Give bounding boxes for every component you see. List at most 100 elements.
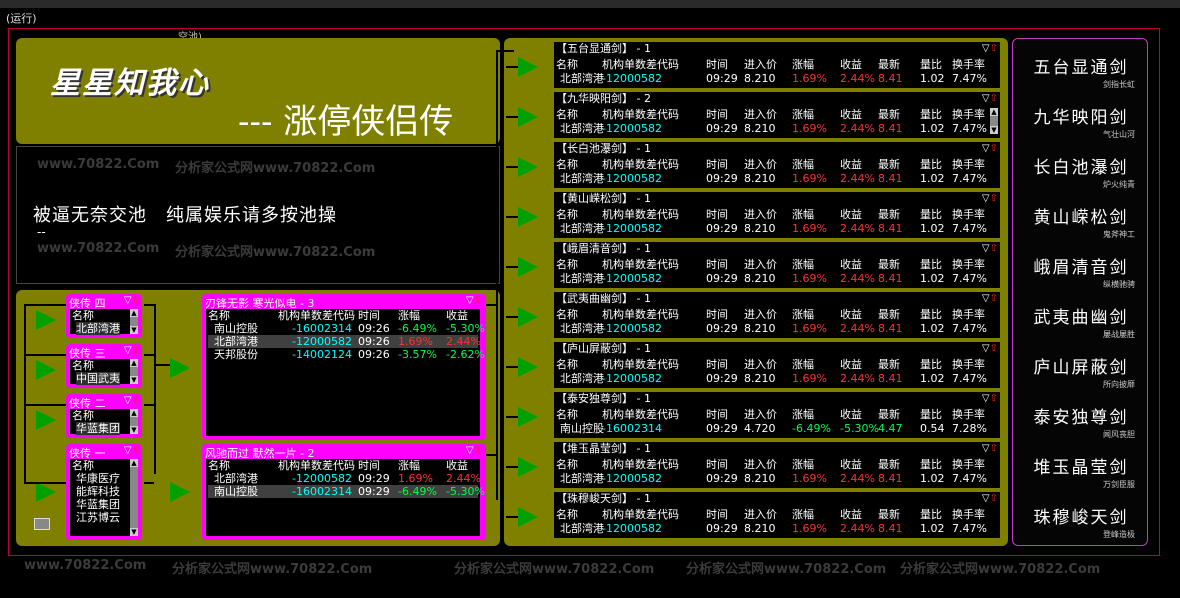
dropdown-icon[interactable]: ▽ bbox=[982, 343, 990, 354]
up-arrow-icon[interactable]: ⇧ bbox=[474, 295, 482, 306]
dropdown-icon[interactable]: ▽ bbox=[982, 493, 990, 504]
sword-panel[interactable]: 【黄山嵘松剑】 - 1 ▽⇧ 名称 机构单数差代码 时间 进入价 涨幅 收益 最新 量比 换手率 北部… bbox=[554, 192, 1000, 238]
up-arrow-icon[interactable]: ⇧ bbox=[132, 395, 140, 406]
up-arrow-icon[interactable]: ⇧ bbox=[990, 43, 998, 54]
sword-name-item[interactable]: 长白池瀑剑 炉火纯青 bbox=[1013, 153, 1149, 190]
up-arrow-icon[interactable]: ⇧ bbox=[990, 143, 998, 154]
dropdown-icon[interactable]: ▽ bbox=[982, 393, 990, 404]
list-item[interactable]: 江苏博云 bbox=[76, 511, 120, 524]
dropdown-icon[interactable]: ▽ bbox=[466, 445, 474, 456]
dropdown-icon[interactable]: ▽ bbox=[466, 295, 474, 306]
list-item[interactable]: 华康医疗 bbox=[76, 472, 120, 485]
table-row[interactable]: 南山控股 -16002314 09:29 -6.49% -5.30% bbox=[208, 485, 485, 498]
result-panel[interactable]: 风驰而过 默然一片 - 2 ▽⇧ 名称 机构单数差代码 时间 涨幅 收益 北部湾港 -12000… bbox=[202, 444, 486, 540]
sword-panel[interactable]: 【泰安独尊剑】 - 1 ▽⇧ 名称 机构单数差代码 时间 进入价 涨幅 收益 最新 量比 换手率 南山… bbox=[554, 392, 1000, 438]
dropdown-icon[interactable]: ▽ bbox=[982, 93, 990, 104]
up-arrow-icon[interactable]: ⇧ bbox=[990, 243, 998, 254]
sword-panel[interactable]: 【珠穆峻天剑】 - 1 ▽⇧ 名称 机构单数差代码 时间 进入价 涨幅 收益 最新 量比 换手率 北部… bbox=[554, 492, 1000, 538]
sword-panel[interactable]: 【武夷曲幽剑】 - 1 ▽⇧ 名称 机构单数差代码 时间 进入价 涨幅 收益 最新 量比 换手率 北部… bbox=[554, 292, 1000, 338]
table-row[interactable]: 北部湾港 -12000582 09:29 8.210 1.69% 2.44% 8.41 1.0… bbox=[556, 522, 992, 535]
table-row[interactable]: 北部湾港 -12000582 09:29 8.210 1.69% 2.44% 8.41 1.0… bbox=[556, 272, 992, 285]
table-row[interactable]: 北部湾港 -12000582 09:29 8.210 1.69% 2.44% 8.41 1.0… bbox=[556, 222, 992, 235]
xia-panel[interactable]: 侠传 四 ▽⇧ 名称 北部湾港 ▲ ▼ bbox=[66, 294, 142, 338]
dropdown-icon[interactable]: ▽ bbox=[982, 293, 990, 304]
table-row[interactable]: 北部湾港 -12000582 09:29 1.69% 2.44% bbox=[208, 472, 481, 485]
scroll-up-icon[interactable]: ▲ bbox=[990, 108, 998, 116]
sword-name-item[interactable]: 武夷曲幽剑 屡战屡胜 bbox=[1013, 303, 1149, 340]
up-arrow-icon[interactable]: ⇧ bbox=[990, 493, 998, 504]
sword-name-item[interactable]: 泰安独尊剑 闻风丧胆 bbox=[1013, 403, 1149, 440]
up-arrow-icon[interactable]: ⇧ bbox=[990, 343, 998, 354]
table-row[interactable]: 北部湾港 -12000582 09:26 1.69% 2.44% bbox=[208, 335, 481, 348]
sword-name-item[interactable]: 珠穆峻天剑 登峰造极 bbox=[1013, 503, 1149, 540]
dropdown-icon[interactable]: ▽ bbox=[124, 395, 132, 406]
dropdown-icon[interactable]: ▽ bbox=[982, 193, 990, 204]
sword-name-item[interactable]: 峨眉清音剑 纵横驰骋 bbox=[1013, 253, 1149, 290]
sword-name-item[interactable]: 九华映阳剑 气壮山河 bbox=[1013, 103, 1149, 140]
table-row[interactable]: 天邦股份 -14002124 09:26 -3.57% -2.62% bbox=[208, 348, 485, 361]
list-item[interactable]: 中国武夷 bbox=[76, 372, 120, 385]
small-toggle-button[interactable] bbox=[34, 518, 50, 530]
vertical-scrollbar[interactable]: ▲ ▼ bbox=[130, 459, 138, 536]
up-arrow-icon[interactable]: ⇧ bbox=[990, 393, 998, 404]
list-item[interactable]: 华蓝集团 bbox=[76, 422, 120, 435]
table-cell: 7.47% bbox=[952, 322, 987, 335]
scroll-up-icon[interactable]: ▲ bbox=[130, 359, 138, 367]
table-row[interactable]: 北部湾港 -12000582 09:29 8.210 1.69% 2.44% 8.41 1.0… bbox=[556, 122, 992, 135]
table-row[interactable]: 南山控股 -16002314 09:29 4.720 -6.49% -5.30% 4.47 0… bbox=[556, 422, 992, 435]
dropdown-icon[interactable]: ▽ bbox=[982, 443, 990, 454]
up-arrow-icon[interactable]: ⇧ bbox=[990, 93, 998, 104]
table-row[interactable]: 北部湾港 -12000582 09:29 8.210 1.69% 2.44% 8.41 1.0… bbox=[556, 472, 992, 485]
result-panel[interactable]: 刃锋无影 寒光似电 - 3 ▽⇧ 名称 机构单数差代码 时间 涨幅 收益 南山控股 -16002… bbox=[202, 294, 486, 440]
dropdown-icon[interactable]: ▽ bbox=[124, 295, 132, 306]
scroll-down-icon[interactable]: ▼ bbox=[130, 426, 138, 434]
table-cell: 7.28% bbox=[952, 422, 987, 435]
vertical-scrollbar[interactable]: ▲ ▼ bbox=[130, 409, 138, 434]
up-arrow-icon[interactable]: ⇧ bbox=[990, 193, 998, 204]
table-row[interactable]: 北部湾港 -12000582 09:29 8.210 1.69% 2.44% 8.41 1.0… bbox=[556, 372, 992, 385]
scroll-up-icon[interactable]: ▲ bbox=[130, 409, 138, 417]
up-arrow-icon[interactable]: ⇧ bbox=[132, 345, 140, 356]
dropdown-icon[interactable]: ▽ bbox=[124, 445, 132, 456]
sword-name-item[interactable]: 堆玉晶莹剑 万剑臣服 bbox=[1013, 453, 1149, 490]
sword-panel[interactable]: 【五台显通剑】 - 1 ▽⇧ 名称 机构单数差代码 时间 进入价 涨幅 收益 最新 量比 换手率 北部… bbox=[554, 42, 1000, 88]
sword-panel[interactable]: 【峨眉清音剑】 - 1 ▽⇧ 名称 机构单数差代码 时间 进入价 涨幅 收益 最新 量比 换手率 北部… bbox=[554, 242, 1000, 288]
xia-panel[interactable]: 侠传 一 ▽⇧ 名称 华康医疗 能辉科技 华蓝集团 江苏博云 ▲ ▼ bbox=[66, 444, 142, 540]
sword-panel[interactable]: 【九华映阳剑】 - 2 ▽⇧ 名称 机构单数差代码 时间 进入价 涨幅 收益 最新 量比 换手率 北部… bbox=[554, 92, 1000, 138]
dropdown-icon[interactable]: ▽ bbox=[982, 43, 990, 54]
table-row[interactable]: 北部湾港 -12000582 09:29 8.210 1.69% 2.44% 8.41 1.0… bbox=[556, 322, 992, 335]
up-arrow-icon[interactable]: ⇧ bbox=[132, 445, 140, 456]
up-arrow-icon[interactable]: ⇧ bbox=[474, 445, 482, 456]
table-row[interactable]: 北部湾港 -12000582 09:29 8.210 1.69% 2.44% 8.41 1.0… bbox=[556, 72, 992, 85]
sword-name-item[interactable]: 黄山嵘松剑 鬼斧神工 bbox=[1013, 203, 1149, 240]
sword-panel[interactable]: 【长白池瀑剑】 - 1 ▽⇧ 名称 机构单数差代码 时间 进入价 涨幅 收益 最新 量比 换手率 北部… bbox=[554, 142, 1000, 188]
vertical-scrollbar[interactable]: ▲ ▼ bbox=[990, 108, 998, 134]
list-item[interactable]: 华蓝集团 bbox=[76, 498, 120, 511]
scroll-down-icon[interactable]: ▼ bbox=[990, 126, 998, 134]
table-cell: 1.02 bbox=[920, 222, 945, 235]
table-row[interactable]: 北部湾港 -12000582 09:29 8.210 1.69% 2.44% 8.41 1.0… bbox=[556, 172, 992, 185]
scroll-up-icon[interactable]: ▲ bbox=[130, 309, 138, 317]
sword-name-item[interactable]: 五台显通剑 剑指长虹 bbox=[1013, 53, 1149, 90]
scroll-down-icon[interactable]: ▼ bbox=[130, 528, 138, 536]
up-arrow-icon[interactable]: ⇧ bbox=[990, 443, 998, 454]
sword-panel[interactable]: 【庐山屏蔽剑】 - 1 ▽⇧ 名称 机构单数差代码 时间 进入价 涨幅 收益 最新 量比 换手率 北部… bbox=[554, 342, 1000, 388]
dropdown-icon[interactable]: ▽ bbox=[982, 243, 990, 254]
column-header: 最新 bbox=[878, 208, 900, 221]
scroll-down-icon[interactable]: ▼ bbox=[130, 376, 138, 384]
scroll-down-icon[interactable]: ▼ bbox=[130, 326, 138, 334]
up-arrow-icon[interactable]: ⇧ bbox=[990, 293, 998, 304]
list-item[interactable]: 北部湾港 bbox=[76, 322, 120, 335]
dropdown-icon[interactable]: ▽ bbox=[982, 143, 990, 154]
sword-name-item[interactable]: 庐山屏蔽剑 所向披靡 bbox=[1013, 353, 1149, 390]
up-arrow-icon[interactable]: ⇧ bbox=[132, 295, 140, 306]
sword-panel[interactable]: 【堆玉晶莹剑】 - 1 ▽⇧ 名称 机构单数差代码 时间 进入价 涨幅 收益 最新 量比 换手率 北部… bbox=[554, 442, 1000, 488]
table-row[interactable]: 南山控股 -16002314 09:26 -6.49% -5.30% bbox=[208, 322, 485, 335]
scroll-up-icon[interactable]: ▲ bbox=[130, 459, 138, 467]
vertical-scrollbar[interactable]: ▲ ▼ bbox=[130, 309, 138, 334]
dropdown-icon[interactable]: ▽ bbox=[124, 345, 132, 356]
list-item[interactable]: 能辉科技 bbox=[76, 485, 120, 498]
vertical-scrollbar[interactable]: ▲ ▼ bbox=[130, 359, 138, 384]
xia-panel[interactable]: 侠传 三 ▽⇧ 名称 中国武夷 ▲ ▼ bbox=[66, 344, 142, 388]
xia-panel[interactable]: 侠传 二 ▽⇧ 名称 华蓝集团 ▲ ▼ bbox=[66, 394, 142, 438]
